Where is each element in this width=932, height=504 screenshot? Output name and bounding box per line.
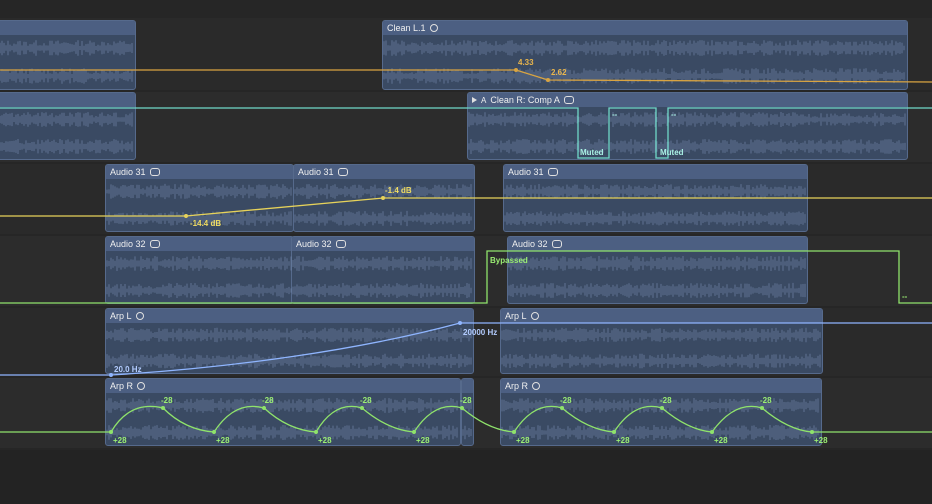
pan-value-label: -28 [161, 396, 173, 405]
automation-value-label: 20000 Hz [463, 328, 498, 337]
automation-node [514, 68, 518, 72]
pan-value-label: -28 [460, 396, 472, 405]
automation-node [810, 430, 814, 434]
muted-label: Muted [660, 148, 684, 157]
dash-label: -- [671, 110, 677, 119]
automation-value-label: 2.62 [551, 68, 567, 77]
waveform-trace [508, 282, 806, 299]
automation-node [412, 430, 416, 434]
waveform-trace [294, 210, 472, 227]
pan-value-label: +28 [616, 436, 630, 445]
waveform-trace [501, 327, 821, 343]
waveform-trace [504, 184, 806, 199]
pan-value-label: -28 [660, 396, 672, 405]
waveform-trace [106, 183, 292, 200]
waveform-trace [292, 256, 472, 271]
automation-overlay [0, 40, 932, 440]
waveform-trace [292, 283, 472, 298]
automation-node [109, 373, 113, 377]
automation-node [212, 430, 216, 434]
automation-node [460, 406, 464, 410]
waveform-trace [504, 211, 806, 226]
automation-node [381, 196, 385, 200]
automation-value-label: 4.33 [518, 58, 534, 67]
dash-label: -- [612, 110, 618, 119]
waveform-trace [0, 40, 133, 56]
pan-value-label: +28 [516, 436, 530, 445]
waveform-trace [106, 283, 292, 298]
pan-value-label: +28 [113, 436, 127, 445]
pan-value-label: +28 [318, 436, 332, 445]
waveform-trace [106, 327, 472, 343]
automation-node [458, 321, 462, 325]
automation-node [660, 406, 664, 410]
automation-node [760, 406, 764, 410]
pan-value-label: +28 [714, 436, 728, 445]
waveform-trace [501, 425, 819, 440]
automation-value-label: -14.4 dB [190, 219, 222, 228]
automation-node [262, 406, 266, 410]
automation-node [109, 430, 113, 434]
automation-node [184, 214, 188, 218]
automation-node [161, 406, 165, 410]
pan-value-label: -28 [360, 396, 372, 405]
automation-node [560, 406, 564, 410]
waveform-trace [501, 353, 821, 369]
waveform-trace [468, 139, 906, 154]
waveform-trace [462, 425, 472, 440]
waveform-graphics [0, 40, 906, 440]
pan-value-label: +28 [416, 436, 430, 445]
waveform-trace [0, 112, 133, 127]
waveform-trace [383, 40, 905, 56]
dash-label: -- [902, 292, 908, 301]
automation-line-clean-r [0, 107, 932, 159]
waveform-trace [0, 139, 133, 154]
automation-node [546, 78, 550, 82]
waveform-trace [106, 256, 292, 271]
pan-value-label: +28 [216, 436, 230, 445]
automation-node [512, 430, 516, 434]
waveform-trace [106, 398, 458, 413]
automation-line-audio31 [0, 197, 932, 217]
automation-value-label: -1.4 dB [385, 186, 412, 195]
pan-value-label: -28 [262, 396, 274, 405]
muted-label: Muted [580, 148, 604, 157]
pan-value-label: +28 [814, 436, 828, 445]
waveform-trace [508, 256, 806, 271]
automation-node [360, 406, 364, 410]
automation-value-label: 20.0 Hz [114, 365, 142, 374]
bypassed-label: Bypassed [490, 256, 528, 265]
automation-node [314, 430, 318, 434]
automation-node [612, 430, 616, 434]
waveform-trace [106, 425, 458, 440]
pan-value-label: -28 [760, 396, 772, 405]
automation-node [710, 430, 714, 434]
pan-value-label: -28 [560, 396, 572, 405]
automation-line-audio32 [0, 250, 932, 304]
waveform-trace [106, 353, 472, 369]
waveform-trace [468, 111, 906, 128]
